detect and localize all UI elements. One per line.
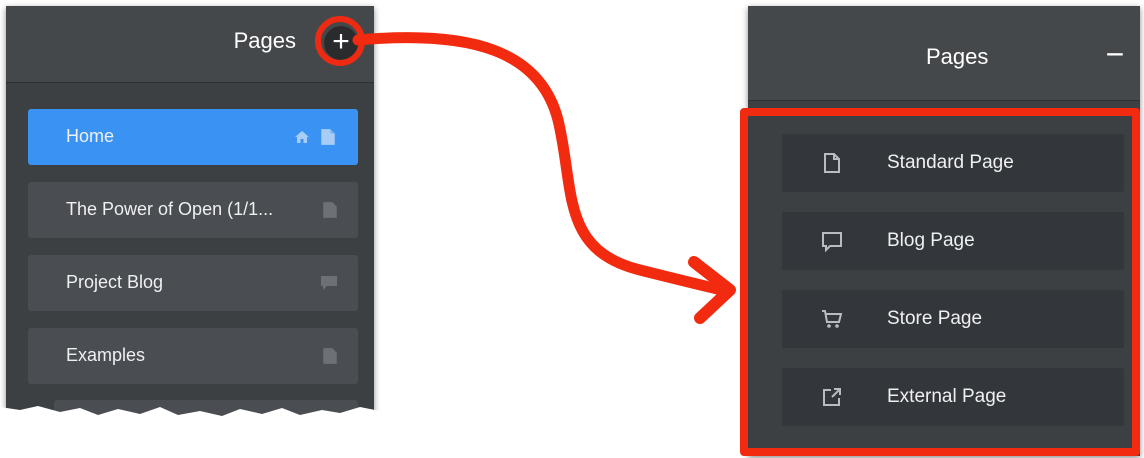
home-icon[interactable]	[294, 128, 310, 146]
page-item-examples[interactable]: Examples	[28, 328, 358, 384]
page-item-label: Home	[66, 126, 115, 146]
page-item-label: The Power of Open (1/1...	[66, 199, 274, 219]
page-item-project-blog[interactable]: Project Blog	[28, 255, 358, 311]
pages-title: Pages	[233, 28, 296, 53]
highlight-box	[740, 108, 1140, 456]
pages-panel-left: Pages + Home The Power of Open (1/1... P…	[6, 6, 374, 440]
pages-header: Pages −	[748, 6, 1140, 101]
page-item-label: Project Blog	[66, 272, 164, 292]
pages-header: Pages +	[6, 6, 374, 83]
torn-edge	[0, 406, 380, 445]
page-item-home[interactable]: Home	[28, 109, 358, 165]
comment-icon	[321, 276, 337, 290]
highlight-circle	[315, 16, 365, 66]
page-icon	[323, 348, 337, 364]
page-icon	[323, 202, 337, 218]
page-icon	[321, 129, 335, 145]
page-item-power-of-open[interactable]: The Power of Open (1/1...	[28, 182, 358, 238]
page-item-label: Examples	[66, 345, 146, 365]
collapse-button[interactable]: −	[1103, 38, 1127, 70]
pages-title: Pages	[926, 44, 989, 69]
